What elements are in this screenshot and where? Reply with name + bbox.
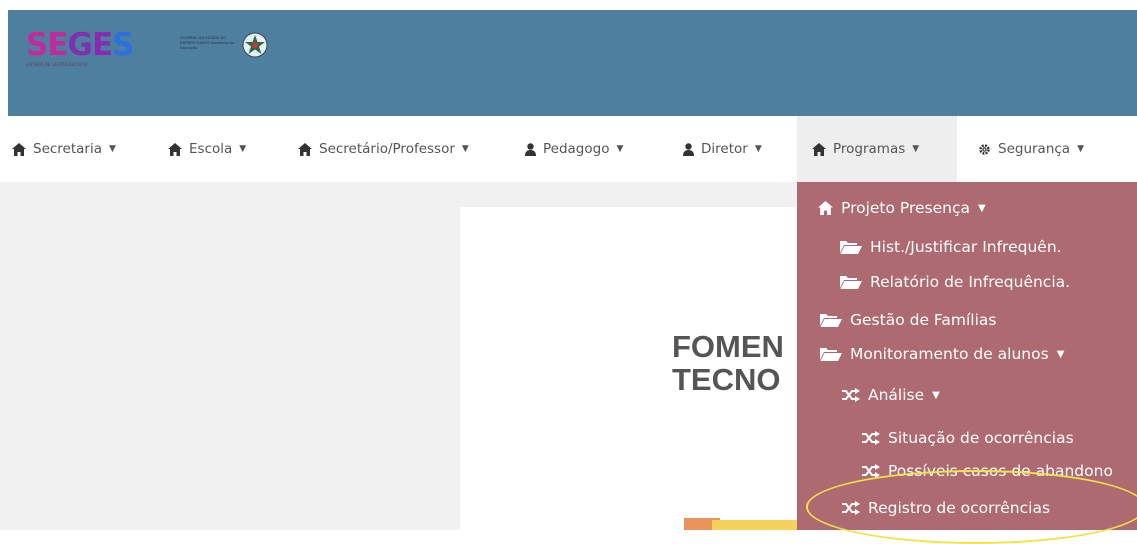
- nav-seguranca[interactable]: Segurança ▼: [978, 116, 1084, 182]
- main-navbar: Secretaria ▼ Escola ▼ Secretário/Profess…: [0, 116, 1137, 182]
- nav-seguranca-label: Segurança: [998, 141, 1071, 157]
- decorative-graphic: [712, 520, 798, 530]
- folder-open-icon: [820, 314, 842, 327]
- seges-logo[interactable]: SEGES SISTEMA DE GESTÃO ESCOLAR: [26, 28, 156, 70]
- app-header: SEGES SISTEMA DE GESTÃO ESCOLAR GOVERNO …: [8, 10, 1137, 116]
- nav-pedagogo[interactable]: Pedagogo ▼: [525, 116, 623, 182]
- menu-item-projeto-presenca[interactable]: Projeto Presença ▼: [818, 196, 986, 220]
- state-emblem-icon: [242, 32, 268, 58]
- home-icon: [812, 142, 826, 156]
- caret-down-icon: ▼: [978, 202, 986, 214]
- menu-item-label: Gestão de Famílias: [850, 311, 997, 329]
- caret-down-icon: ▼: [461, 144, 469, 154]
- government-text: GOVERNO DO ESTADO DO ESPÍRITO SANTO Secr…: [180, 36, 234, 50]
- nav-diretor-label: Diretor: [701, 141, 748, 157]
- user-icon: [683, 142, 694, 156]
- caret-down-icon: ▼: [932, 389, 940, 401]
- nav-diretor[interactable]: Diretor ▼: [683, 116, 762, 182]
- gear-icon: [979, 143, 990, 155]
- menu-item-label: Relatório de Infrequência.: [870, 273, 1071, 291]
- shuffle-icon: [862, 431, 880, 445]
- nav-secretario-professor[interactable]: Secretário/Professor ▼: [298, 116, 469, 182]
- home-icon: [298, 142, 312, 156]
- menu-item-label: Análise: [868, 386, 925, 404]
- menu-item-label: Situação de ocorrências: [888, 429, 1074, 447]
- menu-item-gestao-familias[interactable]: Gestão de Famílias: [820, 308, 997, 332]
- nav-escola[interactable]: Escola ▼: [168, 116, 246, 182]
- nav-programas[interactable]: Programas ▼: [797, 116, 957, 182]
- menu-item-monitoramento-alunos[interactable]: Monitoramento de alunos ▼: [820, 342, 1064, 366]
- highlight-annotation: [806, 470, 1137, 544]
- menu-item-situacao-ocorrencias[interactable]: Situação de ocorrências: [862, 426, 1074, 450]
- shuffle-icon: [842, 388, 860, 402]
- menu-item-label: Projeto Presença: [841, 199, 971, 217]
- menu-item-label: Monitoramento de alunos: [850, 345, 1049, 363]
- home-icon: [818, 201, 833, 215]
- nav-escola-label: Escola: [189, 141, 233, 157]
- caret-down-icon: ▼: [754, 144, 762, 154]
- nav-programas-label: Programas: [833, 141, 906, 157]
- nav-secretario-professor-label: Secretário/Professor: [319, 141, 455, 157]
- menu-item-label: Hist./Justificar Infrequên.: [870, 238, 1062, 256]
- folder-open-icon: [840, 276, 862, 289]
- menu-item-analise[interactable]: Análise ▼: [842, 383, 940, 407]
- home-icon: [12, 142, 26, 156]
- caret-down-icon: ▼: [239, 144, 247, 154]
- caret-down-icon: ▼: [1077, 144, 1084, 154]
- menu-item-relatorio-infrequencia[interactable]: Relatório de Infrequência.: [840, 270, 1070, 294]
- nav-pedagogo-label: Pedagogo: [543, 141, 610, 157]
- folder-open-icon: [820, 348, 842, 361]
- nav-secretaria[interactable]: Secretaria ▼: [12, 116, 116, 182]
- nav-secretaria-label: Secretaria: [33, 141, 102, 157]
- government-logo: GOVERNO DO ESTADO DO ESPÍRITO SANTO Secr…: [180, 30, 272, 66]
- caret-down-icon: ▼: [1056, 348, 1065, 360]
- user-icon: [525, 142, 536, 156]
- menu-item-hist-justificar[interactable]: Hist./Justificar Infrequên.: [840, 235, 1062, 259]
- caret-down-icon: ▼: [109, 144, 116, 154]
- folder-open-icon: [840, 241, 862, 254]
- caret-down-icon: ▼: [616, 144, 624, 154]
- page-title: FOMEN TECNO: [672, 329, 784, 397]
- caret-down-icon: ▼: [912, 144, 920, 154]
- home-icon: [168, 142, 182, 156]
